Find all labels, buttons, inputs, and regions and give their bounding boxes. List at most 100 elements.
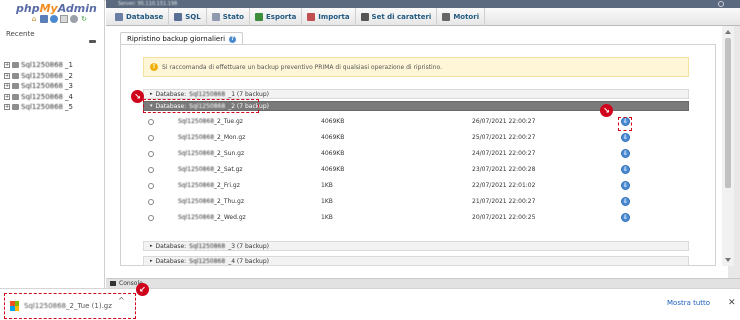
phpmyadmin-logo[interactable]: phpMyAdmin bbox=[16, 2, 97, 15]
backup-date: 26/07/2021 22:00:27 bbox=[472, 118, 536, 125]
download-icon[interactable]: ⇩ bbox=[621, 181, 630, 190]
tab-importa[interactable]: Importa bbox=[302, 7, 356, 26]
backup-file-suffix: _2_Thu.gz bbox=[214, 198, 244, 205]
database-suffix: _5 bbox=[65, 103, 73, 112]
db-group-suffix: _3 (7 backup) bbox=[228, 242, 270, 250]
backup-file-base: Sql1250868 bbox=[178, 134, 215, 141]
sidebar-database-item[interactable]: + Sql1250868 _5 bbox=[4, 102, 73, 113]
database-suffix: _2 bbox=[65, 71, 73, 80]
backup-date: 23/07/2021 22:00:28 bbox=[472, 166, 536, 173]
tab-stato[interactable]: Stato bbox=[207, 7, 250, 26]
collapse-all-icon[interactable] bbox=[89, 40, 96, 43]
sidebar-database-item[interactable]: + Sql1250868 _3 bbox=[4, 81, 73, 92]
sidebar-database-item[interactable]: + Sql1250868 _4 bbox=[4, 92, 73, 103]
tab-label: Importa bbox=[318, 12, 350, 21]
database-group-header[interactable]: ▸ Database: Sql1250868 _1 (7 backup) bbox=[143, 89, 689, 99]
backup-file-base: Sql1250868 bbox=[178, 198, 215, 205]
tab-label: Esporta bbox=[266, 12, 297, 21]
logout-icon[interactable] bbox=[40, 15, 48, 23]
db-group-name: Sql1250868 bbox=[189, 257, 226, 265]
backup-filename: Sql1250868_2_Fri.gz bbox=[178, 182, 240, 189]
db-group-name: Sql1250868 bbox=[189, 242, 226, 250]
db-prefix: Database: bbox=[155, 257, 187, 265]
show-all-button[interactable]: Mostra tutto bbox=[667, 299, 710, 307]
scroll-thumb[interactable] bbox=[725, 38, 731, 188]
expand-plus-icon[interactable]: + bbox=[4, 62, 10, 69]
scroll-up-icon[interactable] bbox=[725, 30, 731, 34]
backup-filename: Sql1250868_2_Sat.gz bbox=[178, 166, 243, 173]
arrow-marker-icon: ↘ bbox=[600, 104, 613, 117]
download-icon[interactable]: ⇩ bbox=[621, 213, 630, 222]
close-icon[interactable]: ✕ bbox=[728, 298, 736, 308]
backup-radio[interactable] bbox=[148, 199, 154, 205]
home-icon[interactable]: ⌂ bbox=[30, 15, 38, 23]
vertical-scrollbar[interactable] bbox=[722, 26, 734, 266]
expand-plus-icon[interactable]: + bbox=[4, 93, 10, 100]
recent-tables-label[interactable]: Recente bbox=[6, 30, 35, 38]
gear-icon[interactable] bbox=[718, 1, 724, 7]
database-icon bbox=[12, 83, 19, 90]
database-suffix: _3 bbox=[65, 82, 73, 91]
settings-icon[interactable] bbox=[70, 15, 78, 23]
scroll-down-icon[interactable] bbox=[725, 258, 731, 262]
expand-triangle-icon: ▸ bbox=[150, 243, 153, 249]
expand-plus-icon[interactable]: + bbox=[4, 104, 10, 111]
backup-radio[interactable] bbox=[148, 119, 154, 125]
download-icon[interactable]: ⇩ bbox=[621, 165, 630, 174]
backup-radio[interactable] bbox=[148, 151, 154, 157]
docs-icon[interactable] bbox=[60, 15, 68, 23]
highlight-download-item bbox=[4, 293, 136, 319]
warning-notice: ! Si raccomanda di effettuare un backup … bbox=[143, 57, 689, 77]
database-group-header[interactable]: ▸ Database: Sql1250868 _4 (7 backup) bbox=[143, 256, 689, 266]
sidebar-database-item[interactable]: + Sql1250868 _2 bbox=[4, 71, 73, 82]
download-bar: Sql1250868_2_Tue (1).gz ^ ↙ Mostra tutto… bbox=[0, 283, 740, 320]
database-group-header[interactable]: ▸ Database: Sql1250868 _3 (7 backup) bbox=[143, 241, 689, 251]
db-group-name: Sql1250868 bbox=[189, 90, 226, 98]
tab-label: Stato bbox=[222, 12, 244, 21]
tab-set-di-caratteri[interactable]: Set di caratteri bbox=[356, 7, 438, 26]
database-suffix: _1 bbox=[65, 61, 73, 70]
backup-radio[interactable] bbox=[148, 167, 154, 173]
backup-filename: Sql1250868_2_Wed.gz bbox=[178, 214, 246, 221]
backup-size: 1KB bbox=[321, 182, 333, 189]
backup-date: 24/07/2021 22:00:27 bbox=[472, 150, 536, 157]
tab-esporta[interactable]: Esporta bbox=[250, 7, 303, 26]
backup-file-suffix: _2_Tue.gz bbox=[214, 118, 243, 125]
tab-label: Motori bbox=[453, 12, 480, 21]
backup-radio[interactable] bbox=[148, 183, 154, 189]
tab-motori[interactable]: Motori bbox=[437, 7, 486, 26]
backup-size: 4069KB bbox=[321, 166, 345, 173]
backup-file-base: Sql1250868 bbox=[178, 150, 215, 157]
expand-plus-icon[interactable]: + bbox=[4, 83, 10, 90]
backup-row: Sql1250868_2_Sat.gz 4069KB 23/07/2021 22:0… bbox=[143, 162, 689, 178]
database-icon bbox=[12, 104, 19, 111]
expand-triangle-icon: ▸ bbox=[150, 258, 153, 264]
database-tree: + Sql1250868 _1 + Sql1250868 _2 + Sql1250868 _3 +… bbox=[4, 60, 73, 113]
backup-size: 1KB bbox=[321, 214, 333, 221]
download-icon[interactable]: ⇩ bbox=[621, 197, 630, 206]
backup-file-suffix: _2_Fri.gz bbox=[214, 182, 240, 189]
backup-radio[interactable] bbox=[148, 135, 154, 141]
backup-file-base: Sql1250868 bbox=[178, 182, 215, 189]
expand-triangle-icon: ▸ bbox=[150, 91, 153, 97]
backup-file-suffix: _2_Mon.gz bbox=[214, 134, 246, 141]
backup-size: 1KB bbox=[321, 198, 333, 205]
download-icon[interactable]: ⇩ bbox=[621, 133, 630, 142]
backup-radio[interactable] bbox=[148, 215, 154, 221]
console-bar[interactable]: Console bbox=[106, 278, 740, 288]
help-icon[interactable] bbox=[50, 15, 58, 23]
backup-row: Sql1250868_2_Sun.gz 4069KB 24/07/2021 22:0… bbox=[143, 146, 689, 162]
reload-icon[interactable]: ↻ bbox=[80, 15, 88, 23]
tab-sql[interactable]: SQL bbox=[169, 7, 207, 26]
arrow-marker-icon: ↙ bbox=[136, 283, 149, 296]
info-help-icon[interactable]: ? bbox=[229, 35, 237, 43]
logo-my: My bbox=[39, 2, 58, 15]
highlight-open-database bbox=[143, 99, 259, 113]
backup-row: Sql1250868_2_Fri.gz 1KB 22/07/2021 22:01:0… bbox=[143, 178, 689, 194]
tab-database[interactable]: Database bbox=[110, 7, 170, 26]
expand-plus-icon[interactable]: + bbox=[4, 72, 10, 79]
sidebar-database-item[interactable]: + Sql1250868 _1 bbox=[4, 60, 73, 71]
db-prefix: Database: bbox=[155, 242, 187, 250]
download-icon[interactable]: ⇩ bbox=[621, 149, 630, 158]
backup-date: 20/07/2021 22:00:25 bbox=[472, 214, 536, 221]
